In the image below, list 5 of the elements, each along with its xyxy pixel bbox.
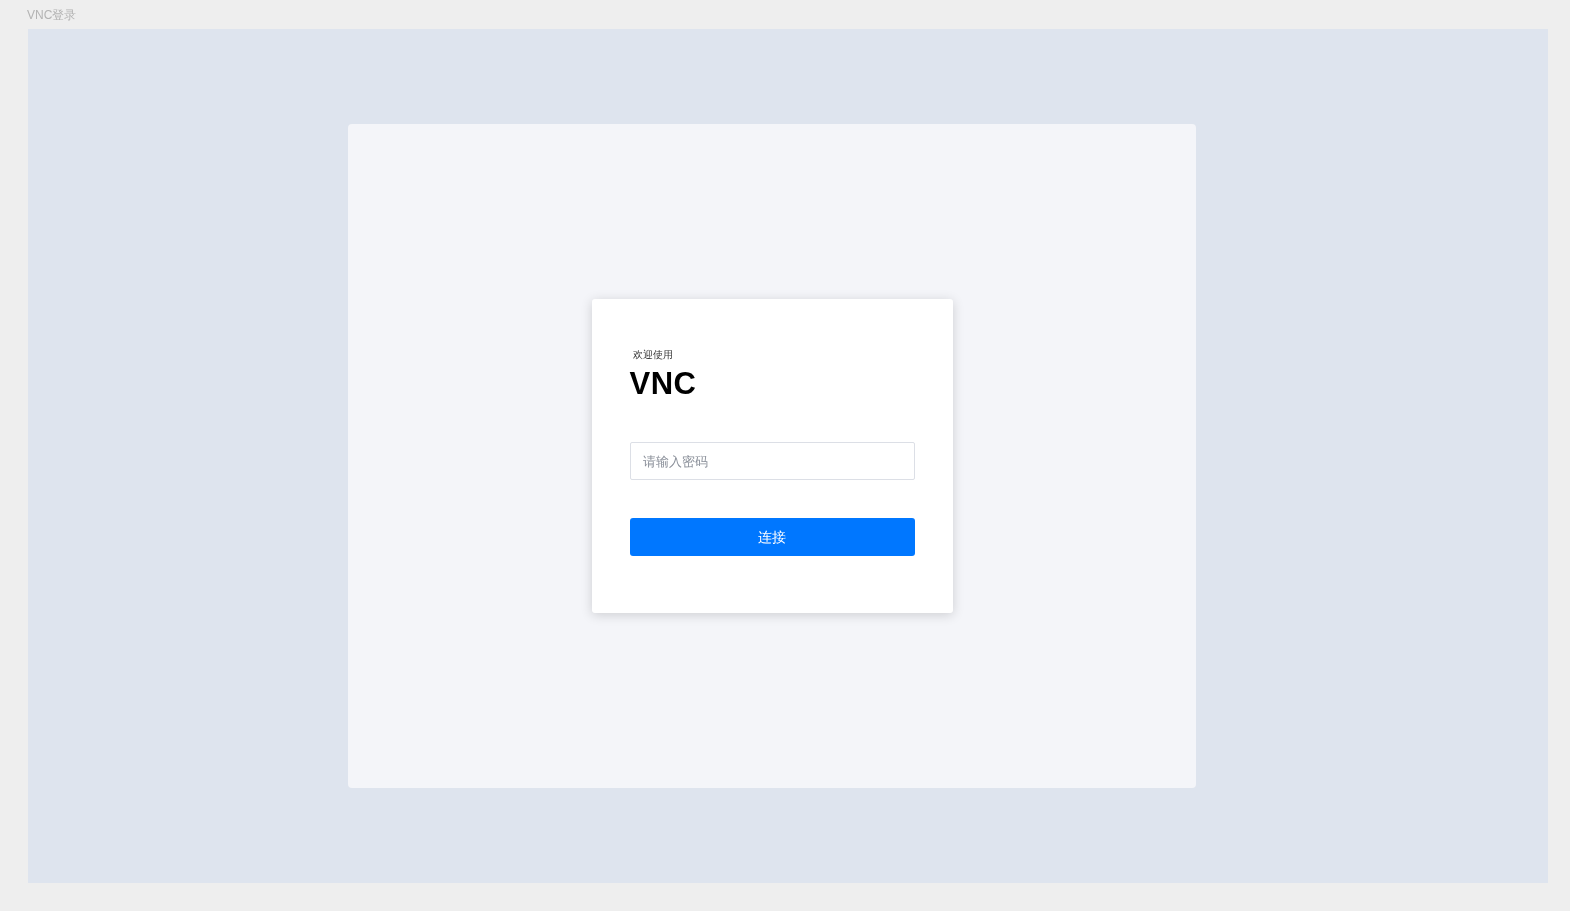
page-title: VNC登录: [27, 7, 77, 22]
greeting-text: 欢迎使用: [632, 349, 673, 361]
product-name: VNC: [629, 367, 697, 401]
password-field[interactable]: 请输入密码: [629, 442, 915, 480]
connect-button[interactable]: 连接: [629, 518, 915, 556]
